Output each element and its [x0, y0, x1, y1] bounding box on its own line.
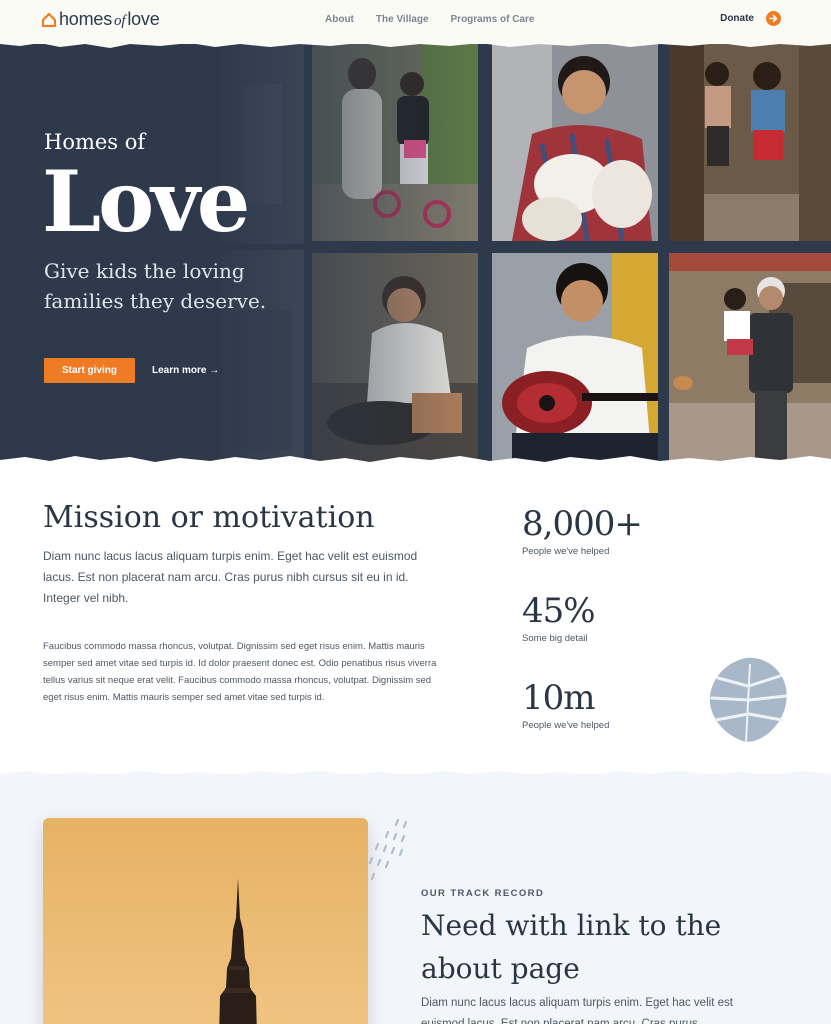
torn-edge-middle: [0, 771, 831, 780]
donate-label: Donate: [720, 13, 754, 24]
hero-section: Homes of Love Give kids the loving famil…: [0, 44, 831, 464]
stat-label: People we've helped: [522, 546, 610, 557]
logo[interactable]: homes of love: [42, 9, 160, 30]
arrow-right-icon: →: [209, 365, 220, 376]
arrow-right-circle-icon: [766, 11, 781, 26]
donate-button[interactable]: Donate: [720, 11, 781, 26]
stat-value: 10m: [522, 678, 596, 718]
track-title-link[interactable]: Need with link to the about page: [421, 904, 761, 990]
logo-word-of: of: [114, 13, 126, 29]
learn-more-link[interactable]: Learn more →: [152, 365, 219, 376]
logo-text: homes of love: [59, 9, 160, 30]
nav-links: About The Village Programs of Care: [325, 14, 556, 25]
hero-photo-boy-dogs: [492, 44, 658, 241]
torn-edge-top: [0, 38, 831, 48]
hero-subtitle: Give kids the loving families they deser…: [44, 259, 267, 313]
track-kicker: OUR TRACK RECORD: [421, 888, 545, 899]
stat-value: 45%: [522, 591, 596, 631]
hero-kicker: Homes of: [44, 130, 146, 154]
stat-label: Some big detail: [522, 633, 588, 644]
logo-word-love: love: [127, 9, 160, 29]
mission-body: Faucibus commodo massa rhoncus, volutpat…: [43, 641, 437, 703]
monstera-leaf-icon: [709, 657, 788, 743]
hero-photo-kids-alley: [669, 44, 831, 241]
start-giving-button[interactable]: Start giving: [44, 358, 135, 383]
hero-title: Love: [42, 152, 250, 251]
nav-link-village[interactable]: The Village: [376, 14, 429, 25]
logo-word-homes: homes: [59, 9, 113, 29]
temple-photo: [43, 818, 368, 1024]
learn-more-label: Learn more: [152, 365, 207, 376]
mission-lead: Diam nunc lacus lacus aliquam turpis eni…: [43, 549, 418, 605]
torn-edge-bottom: [0, 456, 831, 468]
stat-value: 8,000+: [522, 504, 643, 544]
nav-link-programs[interactable]: Programs of Care: [451, 14, 535, 25]
house-icon: [42, 12, 56, 27]
hero-overlay: [0, 44, 480, 464]
stat-people-helped: 8,000+ People we've helped: [522, 504, 643, 557]
stat-big-detail: 45% Some big detail: [522, 591, 596, 644]
hero-photo-boy-guitar: [492, 253, 658, 464]
mission-title: Mission or motivation: [43, 500, 375, 535]
stat-label: People we've helped: [522, 720, 610, 731]
nav-link-about[interactable]: About: [325, 14, 354, 25]
track-text: Diam nunc lacus lacus aliquam turpis eni…: [421, 997, 733, 1024]
stat-people-helped-2: 10m People we've helped: [522, 678, 609, 731]
hero-photo-man-carrying-child: [669, 253, 831, 464]
decorative-dots: [368, 818, 408, 881]
